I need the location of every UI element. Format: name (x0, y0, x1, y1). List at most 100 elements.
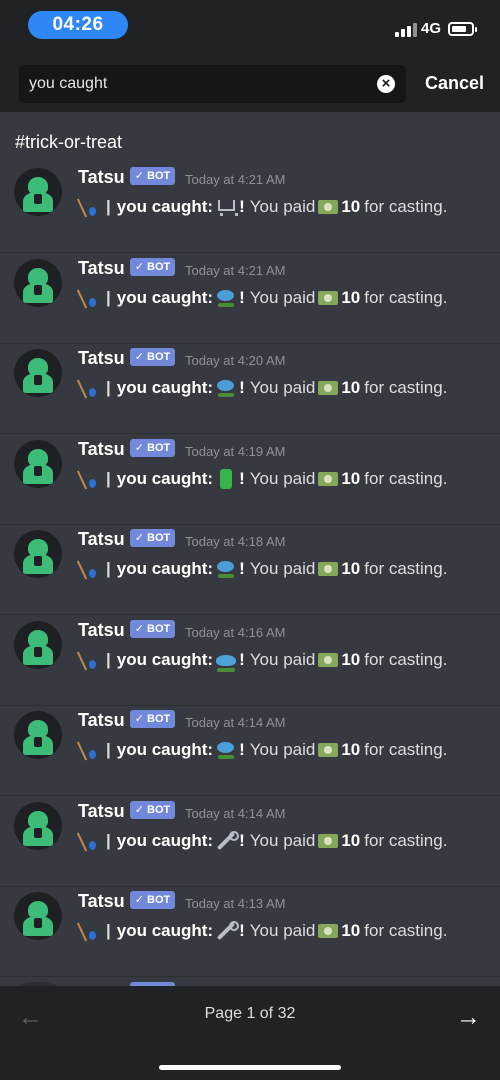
search-result-message[interactable]: Tatsu ✓ BOT Today at 4:14 AM | you caught:! Y… (0, 796, 500, 887)
whale-icon (215, 649, 237, 672)
author-name[interactable]: Tatsu (78, 258, 125, 279)
separator: | (106, 378, 111, 397)
search-result-message[interactable]: Tatsu ✓ BOT Today at 4:16 AM | you caught:! Y… (0, 615, 500, 706)
battery-icon (448, 22, 477, 36)
author-name[interactable]: Tatsu (78, 529, 125, 550)
caught-label: you caught: (116, 559, 214, 578)
avatar[interactable] (14, 439, 62, 488)
message-content: | you caught:! You paid 10 for casting. (78, 468, 447, 494)
avatar[interactable] (14, 168, 62, 216)
search-result-message[interactable]: Tatsu ✓ BOT Today at 4:13 AM | you caught:! Y… (0, 886, 500, 977)
amount: 10 (341, 649, 361, 669)
separator: | (106, 921, 111, 940)
exclamation: ! (239, 468, 245, 488)
caught-label: you caught: (116, 649, 214, 669)
message-timestamp: Today at 4:14 AM (185, 805, 286, 821)
author-name[interactable]: Tatsu (78, 348, 125, 369)
amount: 10 (341, 468, 361, 488)
clear-search-icon[interactable]: × (377, 75, 395, 93)
money-icon (318, 381, 339, 395)
caught-label: you caught: (116, 921, 214, 940)
caught-label: you caught: (116, 830, 214, 850)
message-content: | you caught:! You paid 10 for casting. (78, 649, 447, 675)
suffix-text: for casting. (364, 830, 448, 850)
message-content: | you caught:! You paid 10 for casting. (78, 287, 447, 313)
search-query: you caught (29, 75, 108, 92)
exclamation: ! (239, 740, 245, 759)
avatar[interactable] (14, 258, 62, 307)
avatar[interactable] (14, 620, 62, 669)
search-result-message[interactable]: Tatsu ✓ BOT Today at 4:14 AM | you caught:! Y… (0, 705, 500, 796)
bot-badge: ✓ BOT (130, 710, 175, 728)
author-name[interactable]: Tatsu (78, 891, 125, 912)
paid-text: You paid (249, 197, 316, 216)
wrench-icon (215, 920, 240, 942)
money-icon (318, 833, 339, 848)
amount: 10 (341, 378, 361, 397)
author-name[interactable]: Tatsu (78, 439, 125, 460)
search-result-message[interactable]: Tatsu ✓ BOT Today at 4:20 AM | you caught:! Y… (0, 343, 500, 434)
author-name[interactable]: Tatsu (78, 167, 125, 188)
message-content: | you caught:! You paid 10 for casting. (78, 196, 447, 222)
status-time: 04:26 (28, 11, 128, 39)
caught-label: you caught: (116, 740, 214, 759)
avatar[interactable] (14, 349, 62, 397)
message-content: | you caught:! You paid 10 for casting. (78, 377, 447, 403)
bot-badge: ✓ BOT (130, 438, 175, 457)
search-result-message[interactable]: Tatsu ✓ BOT Today at 4:18 AM | you caught:! Y… (0, 524, 500, 615)
search-result-message[interactable]: Tatsu ✓ BOT Today at 4:21 AM | you caught:! Y… (0, 162, 500, 253)
bot-badge: ✓ BOT (130, 619, 175, 638)
separator: | (106, 468, 111, 488)
search-result-message[interactable]: Tatsu ✓ BOT Today at 4:19 AM | you caught:! Y… (0, 434, 500, 525)
avatar[interactable] (14, 530, 62, 578)
avatar[interactable] (14, 711, 62, 759)
amount: 10 (341, 197, 361, 216)
paid-text: You paid (249, 649, 316, 669)
caught-label: you caught: (116, 287, 214, 307)
search-header: you caught × Cancel (0, 56, 500, 112)
bot-badge: ✓ BOT (130, 167, 175, 185)
fish-icon (215, 287, 237, 309)
separator: | (106, 830, 111, 850)
money-icon (318, 200, 339, 214)
battery-icon (215, 468, 237, 490)
caught-label: you caught: (116, 468, 214, 488)
message-timestamp: Today at 4:16 AM (185, 624, 286, 640)
fishing-rod-icon (78, 739, 100, 761)
message-timestamp: Today at 4:14 AM (185, 715, 286, 730)
suffix-text: for casting. (364, 649, 448, 669)
fish-icon (215, 739, 237, 761)
status-bar: 04:26 4G (0, 0, 500, 56)
fishing-rod-icon (78, 377, 100, 399)
suffix-text: for casting. (364, 740, 448, 759)
exclamation: ! (239, 830, 245, 850)
paid-text: You paid (249, 740, 316, 759)
money-icon (318, 652, 339, 667)
search-result-message[interactable]: Tatsu ✓ BOT Today at 4:21 AM | you caught:! Y… (0, 253, 500, 344)
fishing-rod-icon (78, 558, 100, 580)
cancel-button[interactable]: Cancel (425, 73, 484, 94)
avatar[interactable] (14, 892, 62, 940)
exclamation: ! (239, 287, 245, 307)
message-timestamp: Today at 4:20 AM (185, 353, 286, 368)
network-type: 4G (421, 20, 442, 37)
author-name[interactable]: Tatsu (78, 710, 125, 731)
signal-icon (395, 22, 417, 37)
arrow-right-icon[interactable]: → (456, 1003, 481, 1032)
message-timestamp: Today at 4:13 AM (185, 896, 286, 911)
fishing-rod-icon (78, 920, 100, 942)
suffix-text: for casting. (364, 287, 448, 307)
suffix-text: for casting. (364, 921, 448, 940)
author-name[interactable]: Tatsu (78, 801, 125, 822)
separator: | (106, 287, 111, 307)
search-input[interactable]: you caught × (19, 65, 406, 103)
avatar[interactable] (14, 801, 62, 850)
fishing-rod-icon (78, 468, 100, 490)
paid-text: You paid (249, 468, 316, 488)
money-icon (318, 924, 339, 938)
suffix-text: for casting. (364, 559, 448, 578)
money-icon (318, 743, 339, 757)
author-name[interactable]: Tatsu (78, 620, 125, 641)
bot-badge: ✓ BOT (130, 800, 175, 819)
bot-badge: ✓ BOT (130, 348, 175, 366)
